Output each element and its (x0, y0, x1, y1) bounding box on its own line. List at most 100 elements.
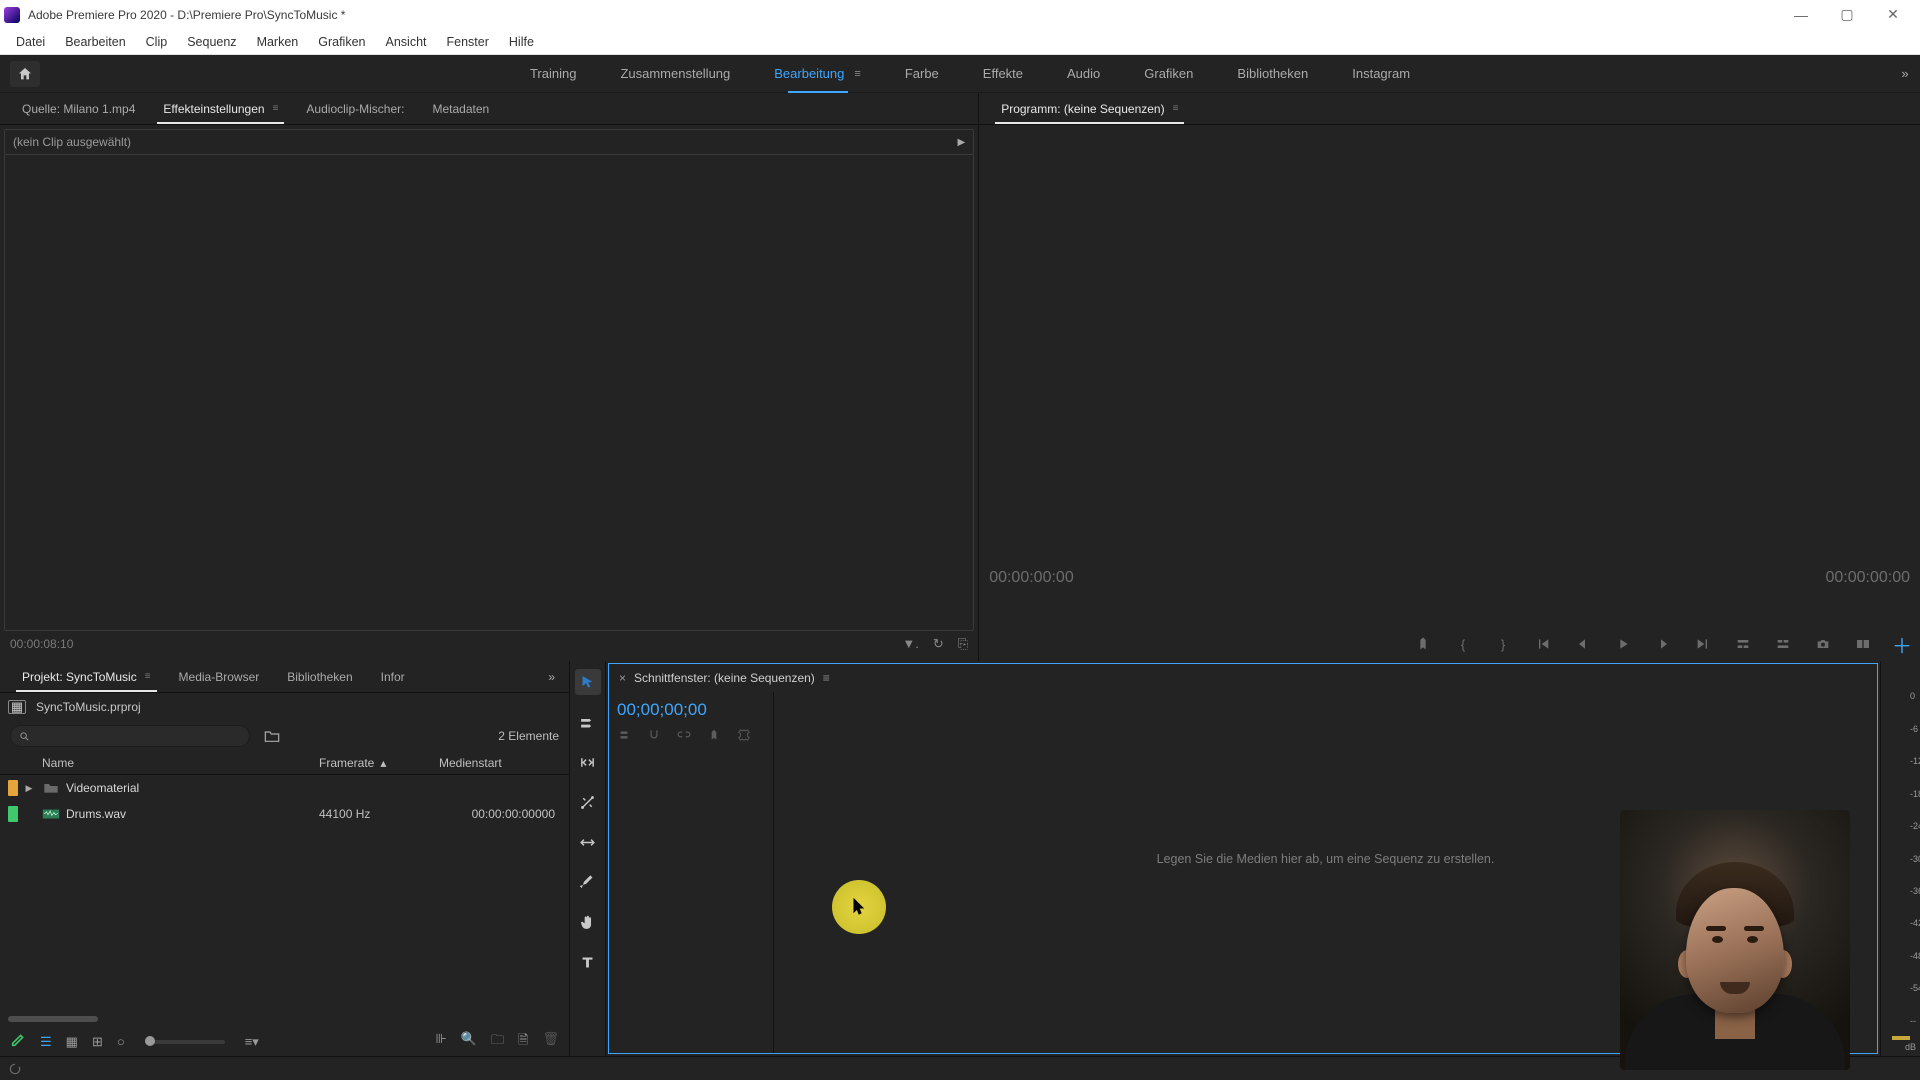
slip-tool[interactable] (575, 829, 601, 855)
zoom-out-icon[interactable]: ○ (117, 1034, 125, 1049)
column-framerate[interactable]: Framerate▴ (319, 756, 439, 770)
delete-button[interactable]: 🗑 (542, 1031, 559, 1053)
nest-toggle-icon[interactable] (617, 728, 631, 745)
extract-button[interactable] (1772, 633, 1794, 655)
workspace-bibliotheken[interactable]: Bibliotheken (1215, 55, 1330, 92)
workspace-grafiken[interactable]: Grafiken (1122, 55, 1215, 92)
label-chip[interactable] (8, 806, 18, 822)
timeline-settings-icon[interactable] (737, 728, 751, 745)
freeform-view-button[interactable]: ⊞ (92, 1034, 103, 1050)
filter-bin-button[interactable] (260, 725, 284, 747)
tab-bibliotheken[interactable]: Bibliotheken (273, 661, 366, 692)
project-row-bin[interactable]: ▶ Videomaterial (0, 775, 569, 801)
workspace-overflow-button[interactable]: » (1890, 55, 1920, 92)
workspace-instagram[interactable]: Instagram (1330, 55, 1432, 92)
effect-expand-icon[interactable]: ▶ (957, 137, 965, 148)
menu-datei[interactable]: Datei (6, 29, 55, 54)
workspace-menu-icon[interactable]: ≡ (854, 68, 860, 80)
window-maximize-button[interactable]: ▢ (1824, 0, 1870, 29)
home-button[interactable] (10, 61, 40, 87)
status-sync-icon[interactable] (8, 1062, 22, 1076)
pen-tool[interactable] (575, 869, 601, 895)
source-timecode[interactable]: 00:00:08:10 (10, 637, 73, 651)
project-item-list[interactable]: ▶ Videomaterial Drums.wav 44100 Hz 00:00… (0, 775, 569, 1016)
panel-menu-icon[interactable]: ≡ (273, 103, 279, 114)
new-item-button[interactable]: 🗎 (518, 1031, 528, 1053)
workspace-farbe[interactable]: Farbe (883, 55, 961, 92)
ripple-edit-tool[interactable] (575, 749, 601, 775)
snapshot-button[interactable] (1812, 633, 1834, 655)
program-monitor-canvas[interactable]: 00:00:00:00 00:00:00:00 (979, 125, 1920, 627)
type-tool[interactable] (575, 949, 601, 975)
writable-indicator-icon[interactable] (10, 1032, 26, 1051)
play-button[interactable] (1612, 633, 1634, 655)
button-editor-add[interactable]: ＋ (1892, 630, 1912, 659)
marker-icon[interactable] (707, 728, 721, 745)
window-minimize-button[interactable]: ― (1778, 0, 1824, 29)
thumbnail-zoom-slider[interactable] (145, 1040, 225, 1044)
find-button[interactable]: 🔍 (461, 1031, 477, 1053)
window-close-button[interactable]: ✕ (1870, 0, 1916, 29)
menu-sequenz[interactable]: Sequenz (177, 29, 246, 54)
project-tabs-overflow[interactable]: » (542, 670, 561, 684)
lift-button[interactable] (1732, 633, 1754, 655)
linked-selection-icon[interactable] (677, 728, 691, 745)
panel-menu-icon[interactable]: ≡ (1173, 103, 1179, 114)
loop-icon[interactable]: ↻ (933, 636, 944, 652)
column-name[interactable]: Name (42, 756, 319, 770)
tab-media-browser[interactable]: Media-Browser (165, 661, 274, 692)
go-to-in-button[interactable] (1532, 633, 1554, 655)
panel-menu-icon[interactable]: ≡ (145, 671, 151, 682)
workspace-effekte[interactable]: Effekte (961, 55, 1045, 92)
mark-out-button[interactable]: } (1492, 633, 1514, 655)
snap-toggle-icon[interactable] (647, 728, 661, 745)
project-horizontal-scrollbar[interactable] (0, 1016, 569, 1028)
menu-fenster[interactable]: Fenster (437, 29, 499, 54)
tab-programm[interactable]: Programm: (keine Sequenzen)≡ (987, 93, 1192, 124)
menu-hilfe[interactable]: Hilfe (499, 29, 544, 54)
hand-tool[interactable] (575, 909, 601, 935)
selection-tool[interactable] (575, 669, 601, 695)
razor-tool[interactable] (575, 789, 601, 815)
comparison-button[interactable] (1852, 633, 1874, 655)
workspace-zusammenstellung[interactable]: Zusammenstellung (598, 55, 752, 92)
step-back-button[interactable] (1572, 633, 1594, 655)
tab-effekteinstellungen[interactable]: Effekteinstellungen≡ (149, 93, 292, 124)
project-row-audio[interactable]: Drums.wav 44100 Hz 00:00:00:00000 (0, 801, 569, 827)
menu-bearbeiten[interactable]: Bearbeiten (55, 29, 135, 54)
menu-grafiken[interactable]: Grafiken (308, 29, 375, 54)
add-marker-button[interactable] (1412, 633, 1434, 655)
step-forward-button[interactable] (1652, 633, 1674, 655)
tab-quelle[interactable]: Quelle: Milano 1.mp4 (8, 93, 149, 124)
menu-clip[interactable]: Clip (136, 29, 178, 54)
item-name[interactable]: Drums.wav (62, 807, 319, 821)
menu-ansicht[interactable]: Ansicht (376, 29, 437, 54)
label-chip[interactable] (8, 780, 18, 796)
timeline-timecode[interactable]: 00;00;00;00 (617, 700, 765, 720)
go-to-out-button[interactable] (1692, 633, 1714, 655)
icon-view-button[interactable]: ▦ (66, 1034, 78, 1050)
workspace-bearbeitung[interactable]: Bearbeitung≡ (752, 55, 883, 92)
tab-audioclip-mischer[interactable]: Audioclip-Mischer: (292, 93, 418, 124)
program-timecode-right[interactable]: 00:00:00:00 (1825, 569, 1910, 587)
expand-toggle[interactable]: ▶ (18, 783, 40, 794)
column-medienstart[interactable]: Medienstart (439, 756, 569, 770)
tab-info[interactable]: Infor (367, 661, 419, 692)
mark-in-button[interactable]: { (1452, 633, 1474, 655)
workspace-training[interactable]: Training (508, 55, 598, 92)
close-icon[interactable]: × (619, 671, 626, 685)
track-select-tool[interactable] (575, 709, 601, 735)
tab-projekt[interactable]: Projekt: SyncToMusic≡ (8, 661, 165, 692)
export-frame-icon[interactable]: ⎘ (958, 636, 968, 652)
workspace-audio[interactable]: Audio (1045, 55, 1122, 92)
automate-to-sequence-button[interactable]: ⊪ (436, 1031, 447, 1053)
new-bin-button[interactable]: 🗀 (491, 1031, 504, 1053)
sort-button[interactable]: ≡▾ (245, 1034, 259, 1050)
tab-metadaten[interactable]: Metadaten (418, 93, 503, 124)
program-timecode-left[interactable]: 00:00:00:00 (989, 569, 1074, 587)
list-view-button[interactable]: ☰ (40, 1034, 52, 1050)
filter-icon[interactable]: ▼. (902, 636, 918, 652)
project-search-input[interactable] (10, 725, 250, 747)
menu-marken[interactable]: Marken (247, 29, 309, 54)
storyboard-icon[interactable]: ▦ (8, 700, 26, 714)
